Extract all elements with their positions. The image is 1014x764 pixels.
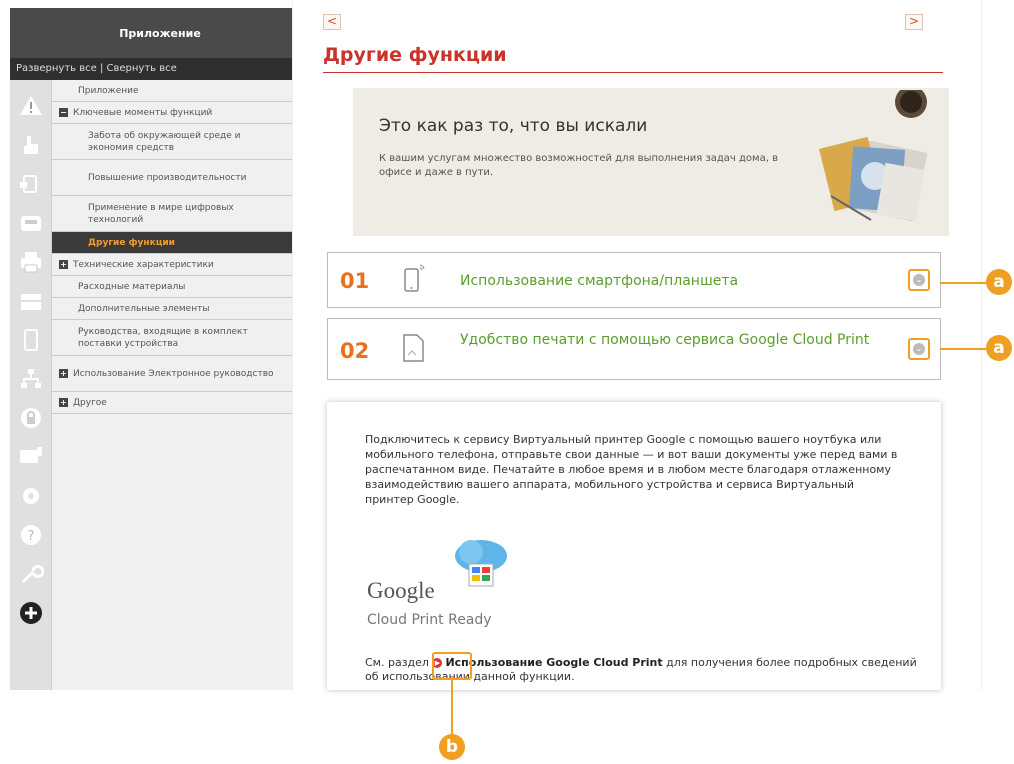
sidebar-item-label: Применение в мире цифровых технологий [88,202,234,225]
prev-page-button[interactable]: < [323,14,341,30]
help-icon[interactable]: ? [10,515,51,554]
settings-gear-icon[interactable] [10,476,51,515]
callout-a-badge: a [986,269,1012,295]
sidebar-item[interactable]: Другие функции [52,232,292,254]
banner-illustration [819,90,928,222]
scanner-icon[interactable] [10,281,51,320]
expand-toggle-icon[interactable]: + [59,398,68,407]
reference-prefix: См. раздел [365,656,429,669]
expand-chevron-icon[interactable]: ⌄ [908,338,930,360]
fax-icon[interactable] [10,203,51,242]
sidebar-item[interactable]: Забота об окружающей среде и экономия ср… [52,124,292,160]
cloud-print-ready-text: Cloud Print Ready [367,612,492,628]
sidebar-item-label: Другие функции [88,237,175,248]
sidebar-item-label: Ключевые моменты функций [73,107,213,118]
network-icon[interactable] [10,359,51,398]
document-print-icon [403,334,424,362]
sidebar-item[interactable]: + Использование Электронное руководство [52,356,292,392]
callout-a-line-2 [940,348,992,350]
hero-banner: Это как раз то, что вы искали К вашим ус… [353,88,949,236]
callout-a-line [940,282,992,284]
feature-row-02[interactable]: 02 Удобство печати с помощью сервиса Goo… [327,318,941,380]
callout-b-badge: b [439,734,465,760]
sidebar-item[interactable]: Дополнительные элементы [52,298,292,320]
banner-heading: Это как раз то, что вы искали [379,116,648,136]
sidebar-title: Приложение [10,8,292,58]
sidebar-item-label: Руководства, входящие в комплект поставк… [78,326,248,349]
sidebar: Приложение Развернуть все | Свернуть все… [10,8,292,690]
printer-icon[interactable] [10,242,51,281]
feature-label[interactable]: Удобство печати с помощью сервиса Google… [460,332,880,349]
title-underline [323,72,943,73]
sidebar-item[interactable]: Руководства, входящие в комплект поставк… [52,320,292,356]
sidebar-item-label: Повышение производительности [88,172,247,183]
reference-link[interactable]: Использование Google Cloud Print [445,656,662,669]
nav-tree: Приложение − Ключевые моменты функций Забот… [51,80,292,690]
lock-icon[interactable] [10,398,51,437]
banner-text: К вашим услугам множество возможностей д… [379,153,778,178]
expand-toggle-icon[interactable]: + [59,260,68,269]
expand-chevron-icon[interactable]: ⌄ [908,269,930,291]
callout-b-line [451,680,453,742]
wrench-icon[interactable] [10,554,51,593]
google-cloud-print-logo: Google Cloud Print Ready [367,534,527,640]
google-wordmark: Google [367,578,435,603]
svg-text:?: ? [27,529,34,544]
feature-number: 01 [340,269,370,293]
sidebar-item-label: Дополнительные элементы [78,303,210,314]
device-screen-icon[interactable] [10,164,51,203]
sidebar-item[interactable]: Повышение производительности [52,160,292,196]
next-page-button[interactable]: > [905,14,923,30]
feature-number: 02 [340,339,370,363]
feature-label[interactable]: Использование смартфона/планшета [460,273,738,290]
collapse-toggle-icon[interactable]: − [59,108,68,117]
sidebar-item[interactable]: Применение в мире цифровых технологий [52,196,292,232]
feature-row-01[interactable]: 01 Использование смартфона/планшета ⌄ [327,252,941,308]
page-title: Другие функции [323,44,507,66]
sidebar-item-label: Приложение [78,85,139,96]
callout-b-highlight [432,652,472,680]
hand-pointer-icon[interactable] [10,125,51,164]
warning-icon[interactable] [10,86,51,125]
sidebar-item-label: Другое [73,397,107,408]
sidebar-item-label: Использование Электронное руководство [73,368,274,379]
main-panel: < > Другие функции Это как раз то, что в… [292,0,982,690]
sidebar-item[interactable]: + Другое [52,392,292,414]
cloud-printer-icon [455,540,507,587]
smartphone-icon [404,264,425,292]
sidebar-body: ? Приложение − Ключевые моменты функций Заб… [10,80,292,690]
sidebar-item[interactable]: + Технические характеристики [52,254,292,276]
sidebar-item[interactable]: − Ключевые моменты функций [52,102,292,124]
sidebar-item-label: Забота об окружающей среде и экономия ср… [88,130,241,153]
plus-circle-icon[interactable] [10,593,51,632]
description-paragraph: Подключитесь к сервису Виртуальный принт… [365,433,898,506]
sidebar-item[interactable]: Приложение [52,80,292,102]
display-icon[interactable] [10,437,51,476]
callout-a-badge-2: a [986,335,1012,361]
sidebar-item[interactable]: Расходные материалы [52,276,292,298]
expand-collapse-all[interactable]: Развернуть все | Свернуть все [10,58,292,80]
expand-toggle-icon[interactable]: + [59,369,68,378]
icon-rail: ? [10,80,51,690]
sidebar-item-label: Расходные материалы [78,281,186,292]
content-panel: Подключитесь к сервису Виртуальный принт… [327,402,941,690]
mobile-device-icon[interactable] [10,320,51,359]
sidebar-item-label: Технические характеристики [73,259,214,270]
